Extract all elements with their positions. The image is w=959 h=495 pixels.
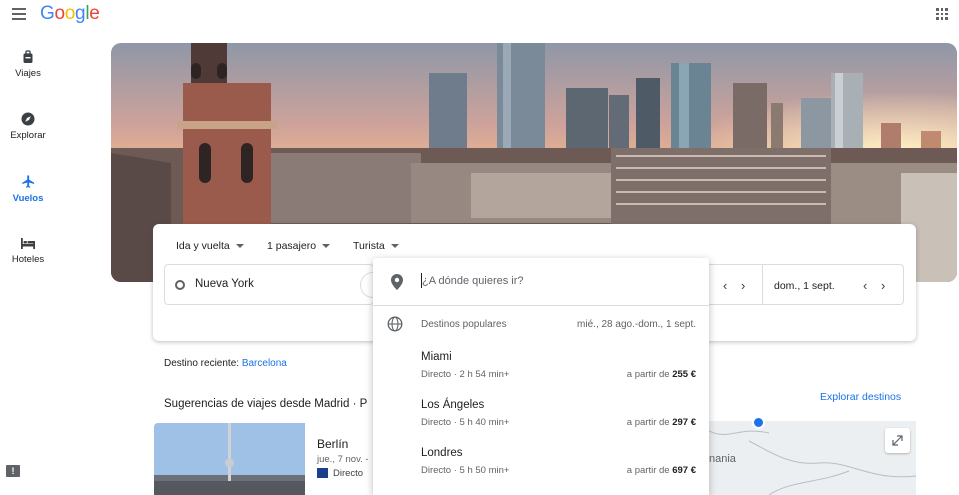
location-pin-icon xyxy=(391,274,403,290)
cabin-select[interactable]: Turista xyxy=(353,240,399,252)
map[interactable]: nania xyxy=(709,421,916,495)
feedback-icon[interactable]: ! xyxy=(6,465,20,477)
popular-dates: mié., 28 ago.-dom., 1 sept. xyxy=(577,319,696,330)
card-route: Directo xyxy=(317,468,369,479)
popular-title: Destinos populares xyxy=(421,319,507,330)
nav-item-label: Hoteles xyxy=(11,254,45,265)
origin-circle-icon xyxy=(175,280,185,290)
recent-destination: Destino reciente: Barcelona xyxy=(164,358,287,369)
caret-down-icon xyxy=(390,244,399,249)
destination-city: Los Ángeles xyxy=(421,399,485,411)
destination-city: Londres xyxy=(421,447,463,459)
recent-city-link[interactable]: Barcelona xyxy=(242,358,287,369)
top-bar: Google xyxy=(0,0,959,30)
destination-info: Directo · 2 h 54 min+ xyxy=(421,369,510,380)
destination-search-input[interactable]: ¿A dónde quieres ir? xyxy=(373,258,709,306)
chevron-right-icon[interactable]: › xyxy=(881,278,885,293)
card-city: Berlín xyxy=(317,437,349,451)
origin-value: Nueva York xyxy=(195,278,254,290)
return-date-value: dom., 1 sept. xyxy=(774,280,835,292)
expand-map-button[interactable] xyxy=(885,428,910,453)
popular-destinations-header: Destinos populares mié., 28 ago.-dom., 1… xyxy=(373,314,709,336)
destination-price: a partir de 297 € xyxy=(626,417,696,428)
caret-down-icon xyxy=(322,244,331,249)
nav-item-label: Explorar xyxy=(10,130,46,141)
airplane-icon xyxy=(21,175,34,188)
cabin-value: Turista xyxy=(353,240,385,252)
explore-destinations-link[interactable]: Explorar destinos xyxy=(820,391,901,403)
chevron-left-icon[interactable]: ‹ xyxy=(863,278,867,293)
recent-label: Destino reciente: xyxy=(164,358,240,369)
destination-dropdown: ¿A dónde quieres ir? Destinos populares … xyxy=(373,258,709,495)
bed-icon xyxy=(21,238,35,249)
google-logo[interactable]: Google xyxy=(40,3,100,25)
expand-icon xyxy=(892,435,903,446)
passengers-select[interactable]: 1 pasajero xyxy=(267,240,331,252)
departure-date-nav: ‹ › xyxy=(709,264,763,305)
origin-field[interactable]: Nueva York xyxy=(164,264,374,305)
nav-item-explorar[interactable]: Explorar xyxy=(0,112,56,172)
berlin-card-image[interactable] xyxy=(154,423,305,495)
chevron-left-icon[interactable]: ‹ xyxy=(723,278,727,293)
nav-item-vuelos[interactable]: Vuelos xyxy=(0,174,56,234)
trip-type-value: Ida y vuelta xyxy=(176,240,230,252)
passengers-value: 1 pasajero xyxy=(267,240,317,252)
trip-type-select[interactable]: Ida y vuelta xyxy=(176,240,244,252)
side-nav: Viajes Explorar Vuelos Hoteles xyxy=(0,48,56,296)
suitcase-icon xyxy=(23,50,33,63)
globe-icon xyxy=(387,316,403,332)
nav-item-hoteles[interactable]: Hoteles xyxy=(0,236,56,296)
nav-item-label: Vuelos xyxy=(12,193,44,204)
nav-item-viajes[interactable]: Viajes xyxy=(0,50,56,110)
airline-logo-icon xyxy=(317,468,328,479)
destination-city: Miami xyxy=(421,351,452,363)
destination-price: a partir de 255 € xyxy=(626,369,696,380)
menu-icon[interactable] xyxy=(12,8,26,20)
destination-info: Directo · 5 h 50 min+ xyxy=(421,465,510,476)
suggestions-title: Sugerencias de viajes desde Madrid · P xyxy=(164,398,368,410)
nav-item-label: Viajes xyxy=(15,68,41,79)
compass-icon xyxy=(21,112,35,126)
destination-info: Directo · 5 h 40 min+ xyxy=(421,417,510,428)
berlin-card[interactable]: Berlín jue., 7 nov. - Directo xyxy=(317,437,369,479)
destination-item-miami[interactable]: Miami Directo · 2 h 54 min+ a partir de … xyxy=(373,351,709,393)
map-country-label: nania xyxy=(709,453,736,465)
chevron-right-icon[interactable]: › xyxy=(741,278,745,293)
caret-down-icon xyxy=(235,244,244,249)
destination-placeholder: ¿A dónde quieres ir? xyxy=(422,275,524,287)
card-route-text: Directo xyxy=(333,468,364,479)
destination-price: a partir de 697 € xyxy=(626,465,696,476)
return-date-field[interactable]: dom., 1 sept. ‹ › xyxy=(762,264,904,305)
apps-grid-icon[interactable] xyxy=(936,8,948,20)
card-dates: jue., 7 nov. - xyxy=(317,454,369,465)
map-location-pin xyxy=(752,416,765,429)
destination-item-los-angeles[interactable]: Los Ángeles Directo · 5 h 40 min+ a part… xyxy=(373,399,709,441)
destination-item-londres[interactable]: Londres Directo · 5 h 50 min+ a partir d… xyxy=(373,447,709,489)
